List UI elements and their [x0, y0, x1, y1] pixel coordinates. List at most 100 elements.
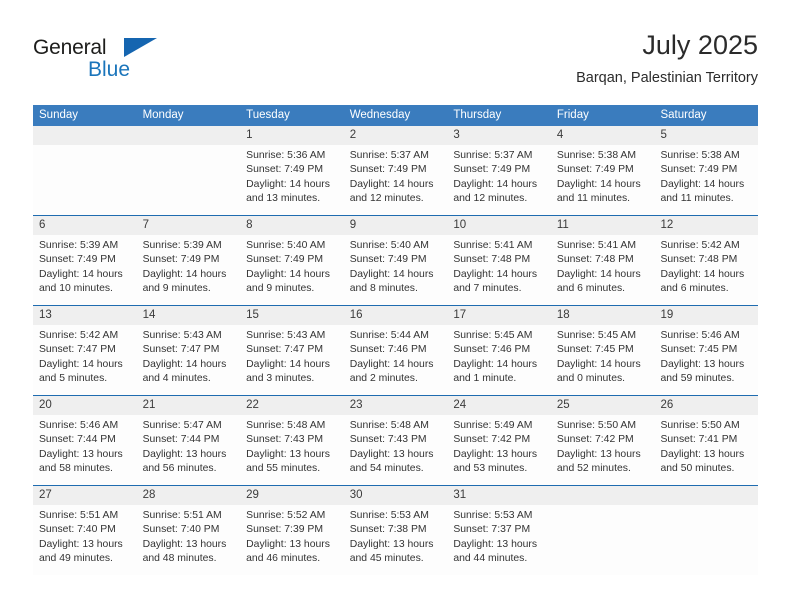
day-number[interactable]: 21 [137, 396, 241, 415]
day-number[interactable]: 18 [551, 306, 655, 325]
day-cell[interactable]: Sunrise: 5:43 AM Sunset: 7:47 PM Daylight:… [240, 325, 344, 395]
day-number[interactable]: 20 [33, 396, 137, 415]
day-detail-line: Sunrise: 5:45 AM [453, 330, 533, 341]
day-number[interactable]: 27 [33, 486, 137, 505]
day-number[interactable]: 11 [551, 216, 655, 235]
day-cell[interactable]: Sunrise: 5:40 AM Sunset: 7:49 PM Daylight:… [240, 235, 344, 305]
day-cell[interactable]: Sunrise: 5:37 AM Sunset: 7:49 PM Daylight:… [344, 145, 448, 215]
day-number[interactable]: 4 [551, 126, 655, 145]
day-detail-line: and 10 minutes. [39, 282, 113, 294]
day-detail-line: Daylight: 14 hours [660, 268, 745, 280]
day-cell[interactable]: Sunrise: 5:45 AM Sunset: 7:45 PM Daylight:… [551, 325, 655, 395]
day-number[interactable]: 24 [447, 396, 551, 415]
day-detail-line: Daylight: 13 hours [660, 448, 745, 460]
day-number[interactable]: 5 [654, 126, 758, 145]
day-detail-line: Sunset: 7:42 PM [453, 434, 531, 446]
day-number[interactable]: 1 [240, 126, 344, 145]
day-number[interactable]: 31 [447, 486, 551, 505]
day-cell[interactable]: Sunrise: 5:50 AM Sunset: 7:42 PM Daylight:… [551, 415, 655, 485]
calendar-weeks: 1 2 3 4 5 Sunrise: 5:36 AM Sunset: 7:49 PM Dayl… [33, 126, 758, 575]
day-detail-line: Sunrise: 5:38 AM [556, 150, 637, 161]
day-cell[interactable]: Sunrise: 5:36 AM Sunset: 7:49 PM Daylight:… [240, 145, 344, 215]
day-cell[interactable]: Sunrise: 5:38 AM Sunset: 7:49 PM Daylight:… [654, 145, 758, 215]
weekday-header-friday: Friday [556, 109, 589, 121]
day-cell[interactable]: Sunrise: 5:53 AM Sunset: 7:37 PM Daylight:… [447, 505, 551, 575]
day-detail-line: Daylight: 14 hours [39, 358, 123, 370]
day-number[interactable]: 29 [240, 486, 344, 505]
day-cell[interactable]: Sunrise: 5:46 AM Sunset: 7:45 PM Daylight:… [654, 325, 758, 395]
day-cell[interactable]: Sunrise: 5:47 AM Sunset: 7:44 PM Daylight:… [137, 415, 241, 485]
day-number[interactable]: 6 [33, 216, 137, 235]
day-cell[interactable]: Sunrise: 5:39 AM Sunset: 7:49 PM Daylight:… [33, 235, 137, 305]
day-number-band: 27 28 29 30 31 [33, 486, 758, 505]
day-cell[interactable]: Sunrise: 5:53 AM Sunset: 7:38 PM Daylight:… [344, 505, 448, 575]
calendar-week-row: 6 7 8 9 10 11 12 Sunrise: 5:39 AM Sunset: 7:49 P… [33, 215, 758, 305]
day-cell[interactable]: Sunrise: 5:40 AM Sunset: 7:49 PM Daylight:… [344, 235, 448, 305]
day-detail-line: Sunrise: 5:52 AM [246, 510, 326, 521]
weekday-header-monday: Monday [142, 109, 184, 121]
day-number[interactable]: 26 [654, 396, 758, 415]
day-detail-line: Sunset: 7:38 PM [349, 524, 427, 536]
day-detail-line: Sunset: 7:43 PM [349, 434, 427, 446]
day-cell[interactable]: Sunrise: 5:42 AM Sunset: 7:47 PM Daylight:… [33, 325, 137, 395]
day-cell[interactable]: Sunrise: 5:44 AM Sunset: 7:46 PM Daylight:… [344, 325, 448, 395]
day-number[interactable]: 3 [447, 126, 551, 145]
day-detail-line: Sunset: 7:44 PM [39, 434, 116, 446]
day-cell[interactable]: Sunrise: 5:43 AM Sunset: 7:47 PM Daylight:… [137, 325, 241, 395]
day-detail-line: and 5 minutes. [39, 372, 108, 384]
day-detail-line: and 0 minutes. [556, 372, 626, 384]
day-number[interactable]: 22 [240, 396, 344, 415]
day-detail-line: Daylight: 14 hours [246, 358, 330, 370]
day-cell[interactable]: Sunrise: 5:48 AM Sunset: 7:43 PM Daylight:… [344, 415, 448, 485]
day-number[interactable]: 19 [654, 306, 758, 325]
day-detail-line: and 58 minutes. [39, 462, 113, 474]
calendar-week-row: 13 14 15 16 17 18 19 Sunrise: 5:42 AM Sunset: 7:… [33, 305, 758, 395]
day-cell[interactable]: Sunrise: 5:45 AM Sunset: 7:46 PM Daylight:… [447, 325, 551, 395]
day-cell[interactable]: Sunrise: 5:38 AM Sunset: 7:49 PM Daylight:… [551, 145, 655, 215]
day-cell[interactable]: Sunrise: 5:42 AM Sunset: 7:48 PM Daylight:… [654, 235, 758, 305]
day-number[interactable]: 28 [137, 486, 241, 505]
day-cell[interactable]: Sunrise: 5:50 AM Sunset: 7:41 PM Daylight:… [654, 415, 758, 485]
day-detail-line: Sunset: 7:42 PM [556, 434, 634, 446]
day-number[interactable]: 8 [240, 216, 344, 235]
brand-logo[interactable]: General Blue [33, 36, 163, 88]
day-detail-line: Sunrise: 5:43 AM [246, 330, 326, 341]
day-detail-line: and 8 minutes. [349, 282, 418, 294]
day-number[interactable]: 25 [551, 396, 655, 415]
day-cell[interactable]: Sunrise: 5:49 AM Sunset: 7:42 PM Daylight:… [447, 415, 551, 485]
day-detail-line: Sunset: 7:41 PM [660, 434, 738, 446]
day-number[interactable]: 16 [344, 306, 448, 325]
day-detail-line: Daylight: 14 hours [39, 268, 123, 280]
day-number[interactable]: 13 [33, 306, 137, 325]
day-number[interactable]: 9 [344, 216, 448, 235]
day-number[interactable]: 14 [137, 306, 241, 325]
weekday-header-sunday: Sunday [39, 109, 79, 121]
day-detail-line: Sunset: 7:45 PM [660, 344, 738, 356]
day-cell[interactable]: Sunrise: 5:48 AM Sunset: 7:43 PM Daylight:… [240, 415, 344, 485]
day-cell[interactable]: Sunrise: 5:41 AM Sunset: 7:48 PM Daylight:… [551, 235, 655, 305]
day-number[interactable]: 23 [344, 396, 448, 415]
day-cell[interactable]: Sunrise: 5:51 AM Sunset: 7:40 PM Daylight:… [137, 505, 241, 575]
day-cell[interactable]: Sunrise: 5:39 AM Sunset: 7:49 PM Daylight:… [137, 235, 241, 305]
day-detail-line: Sunset: 7:43 PM [246, 434, 323, 446]
day-detail-line: Sunrise: 5:50 AM [556, 420, 637, 431]
day-cell[interactable]: Sunrise: 5:37 AM Sunset: 7:49 PM Daylight:… [447, 145, 551, 215]
day-number[interactable]: 15 [240, 306, 344, 325]
day-number[interactable]: 12 [654, 216, 758, 235]
day-cell[interactable]: Sunrise: 5:52 AM Sunset: 7:39 PM Daylight:… [240, 505, 344, 575]
day-detail-line: Sunrise: 5:42 AM [39, 330, 119, 341]
day-detail-line: Daylight: 13 hours [142, 448, 227, 460]
day-number[interactable]: 30 [344, 486, 448, 505]
day-number-band: 20 21 22 23 24 25 26 [33, 396, 758, 415]
day-detail-line: Sunrise: 5:39 AM [142, 240, 222, 251]
day-number[interactable]: 10 [447, 216, 551, 235]
day-number[interactable]: 17 [447, 306, 551, 325]
day-detail-line: Daylight: 14 hours [349, 268, 434, 280]
day-cell[interactable]: Sunrise: 5:51 AM Sunset: 7:40 PM Daylight:… [33, 505, 137, 575]
day-number[interactable]: 7 [137, 216, 241, 235]
day-cell[interactable]: Sunrise: 5:46 AM Sunset: 7:44 PM Daylight:… [33, 415, 137, 485]
day-detail-band: Sunrise: 5:51 AM Sunset: 7:40 PM Daylight:… [33, 505, 758, 575]
day-detail-line: Sunrise: 5:48 AM [349, 420, 429, 431]
day-number[interactable]: 2 [344, 126, 448, 145]
day-cell[interactable]: Sunrise: 5:41 AM Sunset: 7:48 PM Daylight:… [447, 235, 551, 305]
